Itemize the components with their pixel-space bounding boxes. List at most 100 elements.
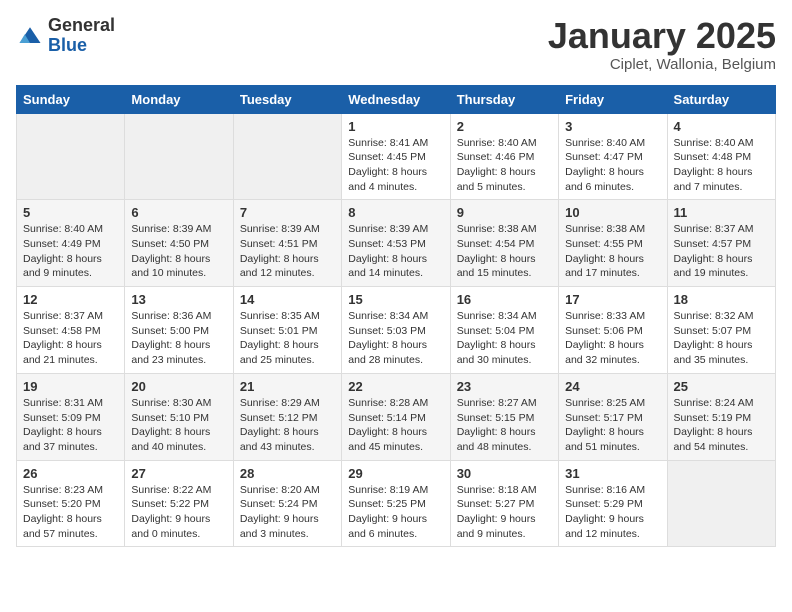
- day-info: Sunrise: 8:39 AMSunset: 4:51 PMDaylight:…: [240, 222, 335, 281]
- day-number: 16: [457, 292, 552, 307]
- calendar-cell: 4 Sunrise: 8:40 AMSunset: 4:48 PMDaylight…: [667, 113, 775, 200]
- day-info: Sunrise: 8:30 AMSunset: 5:10 PMDaylight:…: [131, 396, 226, 455]
- day-number: 29: [348, 466, 443, 481]
- logo-text: General Blue: [48, 16, 115, 56]
- weekday-header: Saturday: [667, 85, 775, 113]
- day-info: Sunrise: 8:38 AMSunset: 4:54 PMDaylight:…: [457, 222, 552, 281]
- day-info: Sunrise: 8:31 AMSunset: 5:09 PMDaylight:…: [23, 396, 118, 455]
- day-number: 2: [457, 119, 552, 134]
- day-info: Sunrise: 8:40 AMSunset: 4:48 PMDaylight:…: [674, 136, 769, 195]
- calendar-cell: 6 Sunrise: 8:39 AMSunset: 4:50 PMDaylight…: [125, 200, 233, 287]
- title-block: January 2025 Ciplet, Wallonia, Belgium: [548, 16, 776, 73]
- calendar-cell: 25 Sunrise: 8:24 AMSunset: 5:19 PMDayligh…: [667, 373, 775, 460]
- day-info: Sunrise: 8:33 AMSunset: 5:06 PMDaylight:…: [565, 309, 660, 368]
- calendar-cell: [17, 113, 125, 200]
- day-number: 24: [565, 379, 660, 394]
- day-number: 9: [457, 205, 552, 220]
- calendar-cell: 23 Sunrise: 8:27 AMSunset: 5:15 PMDayligh…: [450, 373, 558, 460]
- weekday-header: Sunday: [17, 85, 125, 113]
- logo: General Blue: [16, 16, 115, 56]
- day-number: 4: [674, 119, 769, 134]
- calendar-cell: 16Sunrise: 8:34 AMSunset: 5:04 PMDayligh…: [450, 287, 558, 374]
- calendar-cell: 26Sunrise: 8:23 AMSunset: 5:20 PMDayligh…: [17, 460, 125, 547]
- weekday-header: Thursday: [450, 85, 558, 113]
- calendar-cell: 19Sunrise: 8:31 AMSunset: 5:09 PMDayligh…: [17, 373, 125, 460]
- day-info: Sunrise: 8:39 AMSunset: 4:53 PMDaylight:…: [348, 222, 443, 281]
- calendar-cell: 31Sunrise: 8:16 AMSunset: 5:29 PMDayligh…: [559, 460, 667, 547]
- day-info: Sunrise: 8:23 AMSunset: 5:20 PMDaylight:…: [23, 483, 118, 542]
- day-number: 21: [240, 379, 335, 394]
- week-row: 5 Sunrise: 8:40 AMSunset: 4:49 PMDaylight…: [17, 200, 776, 287]
- day-info: Sunrise: 8:19 AMSunset: 5:25 PMDaylight:…: [348, 483, 443, 542]
- weekday-header: Friday: [559, 85, 667, 113]
- day-number: 12: [23, 292, 118, 307]
- week-row: 1 Sunrise: 8:41 AMSunset: 4:45 PMDaylight…: [17, 113, 776, 200]
- calendar-cell: 9 Sunrise: 8:38 AMSunset: 4:54 PMDaylight…: [450, 200, 558, 287]
- day-number: 10: [565, 205, 660, 220]
- weekday-header: Monday: [125, 85, 233, 113]
- day-info: Sunrise: 8:18 AMSunset: 5:27 PMDaylight:…: [457, 483, 552, 542]
- day-number: 30: [457, 466, 552, 481]
- calendar-cell: 14Sunrise: 8:35 AMSunset: 5:01 PMDayligh…: [233, 287, 341, 374]
- day-number: 25: [674, 379, 769, 394]
- day-info: Sunrise: 8:40 AMSunset: 4:47 PMDaylight:…: [565, 136, 660, 195]
- calendar-cell: 22Sunrise: 8:28 AMSunset: 5:14 PMDayligh…: [342, 373, 450, 460]
- page-header: General Blue January 2025 Ciplet, Wallon…: [16, 16, 776, 73]
- calendar-cell: 30 Sunrise: 8:18 AMSunset: 5:27 PMDayligh…: [450, 460, 558, 547]
- day-number: 23: [457, 379, 552, 394]
- calendar-subtitle: Ciplet, Wallonia, Belgium: [548, 56, 776, 73]
- day-number: 11: [674, 205, 769, 220]
- weekday-header: Wednesday: [342, 85, 450, 113]
- calendar-cell: 15 Sunrise: 8:34 AMSunset: 5:03 PMDayligh…: [342, 287, 450, 374]
- calendar-cell: 17Sunrise: 8:33 AMSunset: 5:06 PMDayligh…: [559, 287, 667, 374]
- calendar-cell: [667, 460, 775, 547]
- week-row: 19Sunrise: 8:31 AMSunset: 5:09 PMDayligh…: [17, 373, 776, 460]
- calendar-header-row: SundayMondayTuesdayWednesdayThursdayFrid…: [17, 85, 776, 113]
- calendar-cell: 21 Sunrise: 8:29 AMSunset: 5:12 PMDayligh…: [233, 373, 341, 460]
- calendar-cell: 1 Sunrise: 8:41 AMSunset: 4:45 PMDaylight…: [342, 113, 450, 200]
- day-info: Sunrise: 8:34 AMSunset: 5:03 PMDaylight:…: [348, 309, 443, 368]
- day-info: Sunrise: 8:24 AMSunset: 5:19 PMDaylight:…: [674, 396, 769, 455]
- day-number: 15: [348, 292, 443, 307]
- calendar-cell: [125, 113, 233, 200]
- day-number: 8: [348, 205, 443, 220]
- logo-general: General: [48, 16, 115, 36]
- day-info: Sunrise: 8:16 AMSunset: 5:29 PMDaylight:…: [565, 483, 660, 542]
- day-info: Sunrise: 8:40 AMSunset: 4:49 PMDaylight:…: [23, 222, 118, 281]
- day-number: 7: [240, 205, 335, 220]
- day-number: 13: [131, 292, 226, 307]
- calendar-cell: 18Sunrise: 8:32 AMSunset: 5:07 PMDayligh…: [667, 287, 775, 374]
- week-row: 26Sunrise: 8:23 AMSunset: 5:20 PMDayligh…: [17, 460, 776, 547]
- day-info: Sunrise: 8:37 AMSunset: 4:58 PMDaylight:…: [23, 309, 118, 368]
- calendar-cell: 10 Sunrise: 8:38 AMSunset: 4:55 PMDayligh…: [559, 200, 667, 287]
- calendar-table: SundayMondayTuesdayWednesdayThursdayFrid…: [16, 85, 776, 548]
- calendar-cell: 24 Sunrise: 8:25 AMSunset: 5:17 PMDayligh…: [559, 373, 667, 460]
- day-info: Sunrise: 8:39 AMSunset: 4:50 PMDaylight:…: [131, 222, 226, 281]
- day-number: 5: [23, 205, 118, 220]
- day-number: 3: [565, 119, 660, 134]
- calendar-cell: 2Sunrise: 8:40 AMSunset: 4:46 PMDaylight…: [450, 113, 558, 200]
- day-info: Sunrise: 8:38 AMSunset: 4:55 PMDaylight:…: [565, 222, 660, 281]
- calendar-cell: 12 Sunrise: 8:37 AMSunset: 4:58 PMDayligh…: [17, 287, 125, 374]
- day-info: Sunrise: 8:27 AMSunset: 5:15 PMDaylight:…: [457, 396, 552, 455]
- calendar-cell: 8 Sunrise: 8:39 AMSunset: 4:53 PMDaylight…: [342, 200, 450, 287]
- day-info: Sunrise: 8:22 AMSunset: 5:22 PMDaylight:…: [131, 483, 226, 542]
- day-number: 6: [131, 205, 226, 220]
- day-info: Sunrise: 8:20 AMSunset: 5:24 PMDaylight:…: [240, 483, 335, 542]
- day-number: 22: [348, 379, 443, 394]
- calendar-cell: 5 Sunrise: 8:40 AMSunset: 4:49 PMDaylight…: [17, 200, 125, 287]
- calendar-cell: 20 Sunrise: 8:30 AMSunset: 5:10 PMDayligh…: [125, 373, 233, 460]
- logo-blue: Blue: [48, 36, 115, 56]
- calendar-cell: 13 Sunrise: 8:36 AMSunset: 5:00 PMDayligh…: [125, 287, 233, 374]
- day-info: Sunrise: 8:29 AMSunset: 5:12 PMDaylight:…: [240, 396, 335, 455]
- day-number: 1: [348, 119, 443, 134]
- day-info: Sunrise: 8:35 AMSunset: 5:01 PMDaylight:…: [240, 309, 335, 368]
- calendar-cell: 28Sunrise: 8:20 AMSunset: 5:24 PMDayligh…: [233, 460, 341, 547]
- calendar-cell: 29 Sunrise: 8:19 AMSunset: 5:25 PMDayligh…: [342, 460, 450, 547]
- day-info: Sunrise: 8:25 AMSunset: 5:17 PMDaylight:…: [565, 396, 660, 455]
- day-number: 20: [131, 379, 226, 394]
- calendar-cell: 7 Sunrise: 8:39 AMSunset: 4:51 PMDaylight…: [233, 200, 341, 287]
- day-info: Sunrise: 8:41 AMSunset: 4:45 PMDaylight:…: [348, 136, 443, 195]
- day-info: Sunrise: 8:36 AMSunset: 5:00 PMDaylight:…: [131, 309, 226, 368]
- logo-icon: [16, 22, 44, 50]
